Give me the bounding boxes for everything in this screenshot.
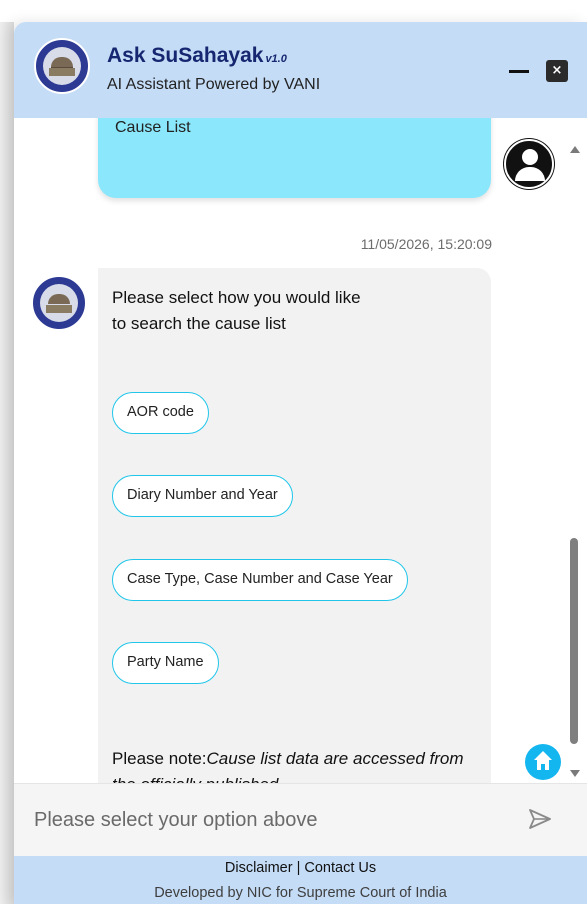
- minimize-button[interactable]: [509, 70, 529, 73]
- supreme-court-logo-icon: [34, 38, 90, 94]
- scroll-up-arrow-icon[interactable]: [570, 146, 580, 153]
- version-label: v1.0: [265, 53, 287, 65]
- message-timestamp: 11/05/2026, 15:20:09: [360, 236, 492, 252]
- home-icon: [534, 751, 552, 760]
- disclaimer-link[interactable]: Disclaimer: [225, 860, 293, 876]
- chat-title: Ask SuSahayak v1.0: [107, 44, 287, 68]
- send-icon[interactable]: [529, 809, 551, 829]
- user-message-bubble: Cause List: [98, 118, 491, 198]
- note-text: Please note:Cause list data are accessed…: [112, 746, 482, 783]
- user-avatar-icon: [504, 139, 554, 189]
- note-label: Please note:: [112, 749, 207, 768]
- bot-message-bubble: Please select how you would like to sear…: [98, 268, 491, 783]
- footer-credit: Developed by NIC for Supreme Court of In…: [154, 885, 447, 901]
- chat-footer: Disclaimer | Contact Us Developed by NIC…: [14, 856, 587, 904]
- option-party-name[interactable]: Party Name: [112, 642, 219, 684]
- footer-separator: |: [292, 860, 305, 876]
- scroll-down-arrow-icon[interactable]: [570, 770, 580, 777]
- chat-messages[interactable]: Cause List 11/05/2026, 15:20:09 Please s…: [14, 118, 587, 783]
- close-button[interactable]: ×: [546, 60, 568, 82]
- chat-subtitle: AI Assistant Powered by VANI: [107, 76, 321, 93]
- chat-widget: Ask SuSahayak v1.0 AI Assistant Powered b…: [14, 22, 587, 904]
- option-case-type[interactable]: Case Type, Case Number and Case Year: [112, 559, 408, 601]
- chat-header: Ask SuSahayak v1.0 AI Assistant Powered b…: [14, 22, 587, 118]
- input-bar: [14, 783, 587, 856]
- footer-links: Disclaimer | Contact Us: [14, 860, 587, 876]
- bot-prompt-text: Please select how you would like to sear…: [112, 288, 361, 333]
- title-text: Ask SuSahayak: [107, 44, 264, 67]
- user-message-text: Cause List: [115, 119, 191, 136]
- widget-shadow: [0, 22, 14, 904]
- scrollbar-thumb[interactable]: [570, 538, 578, 744]
- bot-avatar-icon: [31, 275, 87, 331]
- home-button[interactable]: [525, 744, 561, 780]
- message-input[interactable]: [34, 800, 504, 840]
- option-aor-code[interactable]: AOR code: [112, 392, 209, 434]
- option-diary-number[interactable]: Diary Number and Year: [112, 475, 293, 517]
- contact-us-link[interactable]: Contact Us: [304, 860, 376, 876]
